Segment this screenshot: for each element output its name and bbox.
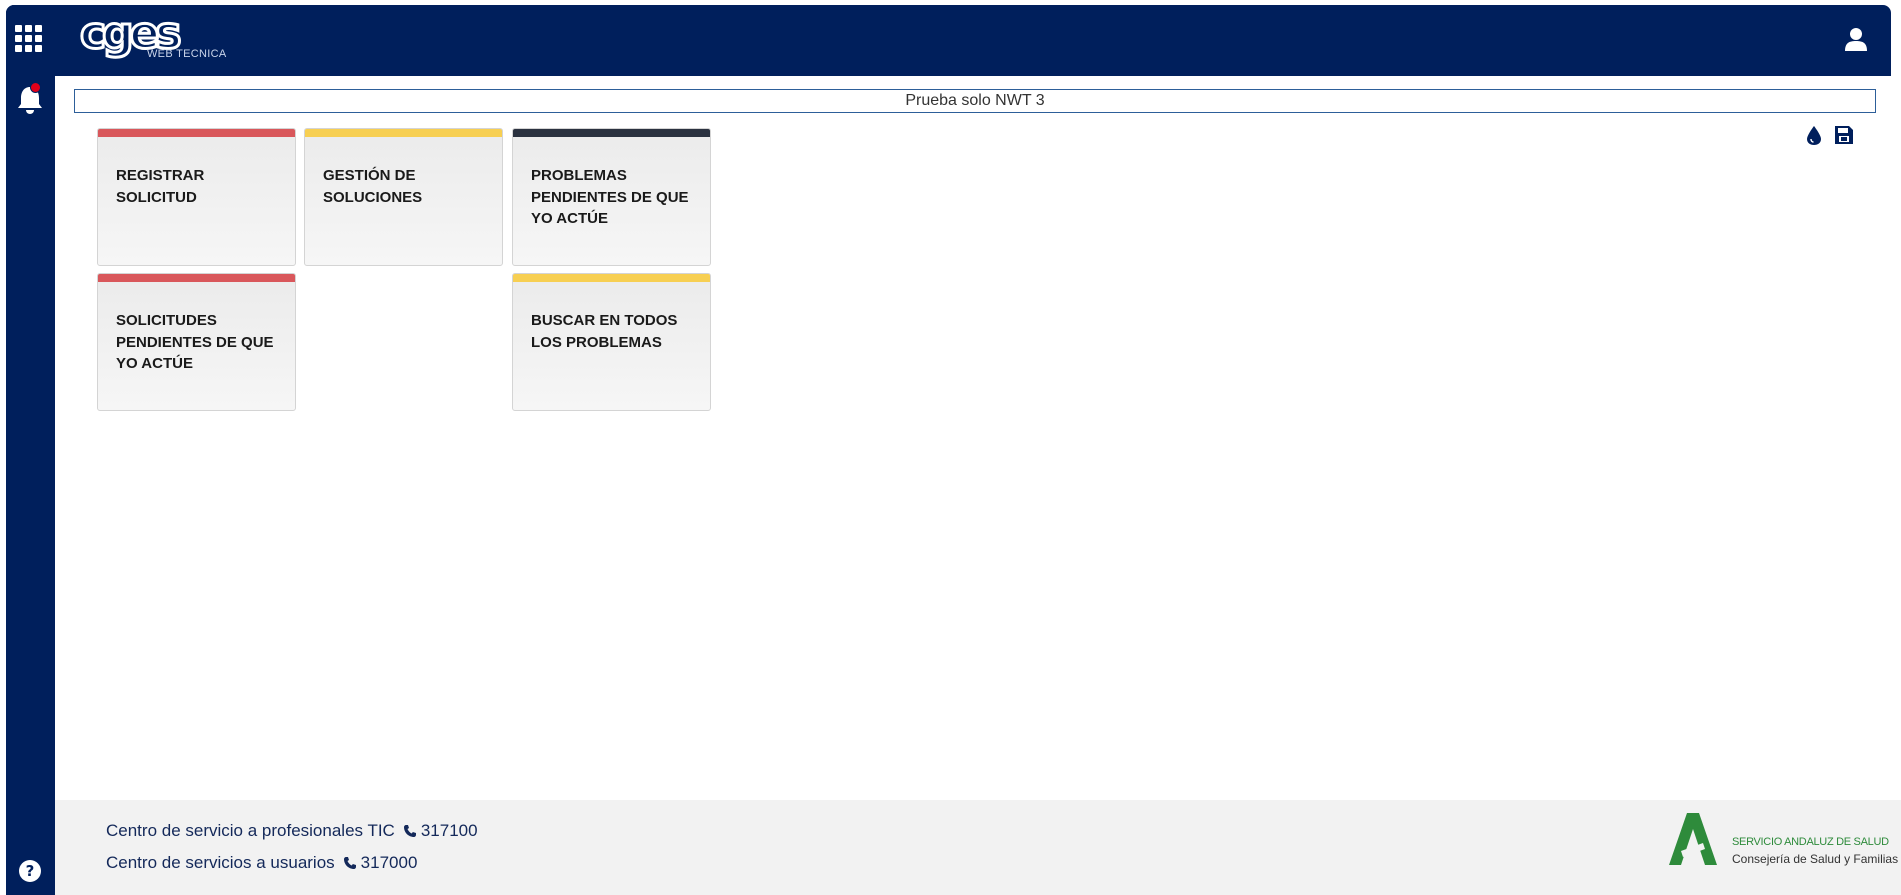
top-bar — [6, 5, 1891, 76]
contact-usuarios: Centro de servicios a usuarios 317000 — [106, 853, 417, 873]
phone-icon — [343, 857, 356, 869]
tile-gestion-de-soluciones[interactable]: GESTIÓN DE SOLUCIONES — [304, 128, 503, 266]
tile-label: REGISTRAR SOLICITUD — [116, 167, 205, 206]
consejeria-name: Consejería de Salud y Familias — [1732, 852, 1899, 866]
tile-label: SOLICITUDES PENDIENTES DE QUE YO ACTÚE — [116, 312, 274, 372]
tile-buscar-problemas[interactable]: BUSCAR EN TODOS LOS PROBLEMAS — [512, 273, 711, 411]
sas-name: SERVICIO ANDALUZ DE SALUD — [1732, 836, 1889, 848]
save-icon[interactable] — [1834, 124, 1854, 146]
tile-label: BUSCAR EN TODOS LOS PROBLEMAS — [531, 312, 678, 351]
droplet-icon[interactable] — [1804, 124, 1824, 146]
tile-accent-bar — [305, 129, 502, 137]
user-icon[interactable] — [1843, 26, 1869, 52]
cges-logo: cges WEB TECNICA — [79, 7, 230, 64]
tile-solicitudes-pendientes[interactable]: SOLICITUDES PENDIENTES DE QUE YO ACTÚE — [97, 273, 296, 411]
phone-icon — [403, 825, 416, 837]
junta-andalucia-logo-icon — [1669, 813, 1717, 865]
footer: Centro de servicio a profesionales TIC 3… — [55, 800, 1901, 895]
apps-grid-icon[interactable] — [15, 25, 43, 53]
contact-label: Centro de servicio a profesionales TIC — [106, 821, 395, 840]
environment-banner: Prueba solo NWT 3 — [74, 89, 1876, 113]
help-icon[interactable]: ? — [19, 860, 41, 882]
logo-subtitle: WEB TECNICA — [147, 48, 227, 60]
tile-accent-bar — [98, 274, 295, 282]
sidebar — [6, 5, 55, 895]
notifications-bell-icon[interactable] — [16, 82, 46, 114]
toolbar — [1804, 124, 1854, 146]
app-root: cges WEB TECNICA ? Prueba solo NWT 3 REG… — [0, 0, 1901, 895]
contact-phone: 317000 — [360, 853, 418, 872]
tile-problemas-pendientes[interactable]: PROBLEMAS PENDIENTES DE QUE YO ACTÚE — [512, 128, 711, 266]
tile-accent-bar — [513, 274, 710, 282]
tile-accent-bar — [513, 129, 710, 137]
contact-label: Centro de servicios a usuarios — [106, 853, 335, 872]
tile-registrar-solicitud[interactable]: REGISTRAR SOLICITUD — [97, 128, 296, 266]
sas-logo: SERVICIO ANDALUZ DE SALUD Consejería de … — [1610, 810, 1901, 870]
contact-phone: 317100 — [420, 821, 478, 840]
tile-label: PROBLEMAS PENDIENTES DE QUE YO ACTÚE — [531, 167, 689, 227]
notification-dot — [30, 82, 41, 93]
contact-profesionales: Centro de servicio a profesionales TIC 3… — [106, 821, 478, 841]
tile-accent-bar — [98, 129, 295, 137]
tile-label: GESTIÓN DE SOLUCIONES — [323, 167, 423, 206]
